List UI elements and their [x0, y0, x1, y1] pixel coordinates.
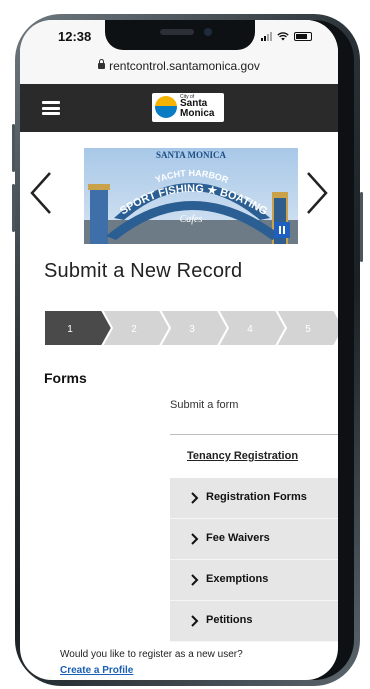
svg-text:SPORT FISHING ★ BOATING: SPORT FISHING ★ BOATING [118, 183, 270, 218]
status-icons [261, 31, 312, 41]
chevron-right-icon [191, 533, 199, 545]
menu-item-label: Registration Forms [206, 491, 307, 503]
phone-screen: 12:38 rentcontrol.santamonica.gov City o… [20, 20, 338, 680]
battery-icon [294, 31, 312, 41]
submit-form-label: Submit a form [170, 399, 239, 411]
forms-menu: Registration Forms Fee Waivers Exemptions P… [170, 478, 338, 642]
step-label: 3 [189, 324, 195, 335]
step-1[interactable]: 1 [43, 309, 114, 347]
menu-item[interactable]: Registration Forms [170, 478, 338, 519]
step-label: 5 [305, 324, 311, 335]
step-progress-svg: 1 2 3 4 5 [43, 309, 338, 347]
status-time: 12:38 [58, 29, 92, 44]
carousel-next-icon[interactable] [296, 165, 336, 221]
step-label: 4 [247, 324, 253, 335]
site-header: City of Santa Monica [20, 84, 338, 132]
step-3[interactable]: 3 [158, 309, 230, 347]
chevron-right-icon [191, 492, 199, 504]
step-5[interactable]: 5 [274, 309, 338, 347]
santa-monica-pier-sign: YACHT HARBOR SPORT FISHING ★ BOATING SAN… [84, 150, 298, 244]
url-text: rentcontrol.santamonica.gov [109, 59, 260, 73]
logo-mark [155, 96, 177, 118]
santa-monica-logo[interactable]: City of Santa Monica [152, 93, 224, 122]
sign-line-4: Cafes [180, 214, 203, 225]
svg-text:YACHT HARBOR: YACHT HARBOR [154, 168, 230, 185]
menu-item[interactable]: Petitions [170, 601, 338, 642]
page-title: Submit a New Record [44, 260, 243, 282]
menu-item[interactable]: Exemptions [170, 560, 338, 601]
chevron-right-icon [191, 615, 199, 627]
sign-line-3: SPORT FISHING ★ BOATING [118, 183, 270, 218]
chevron-right-icon [191, 574, 199, 586]
menu-item[interactable]: Fee Waivers [170, 519, 338, 560]
step-label: 1 [67, 324, 73, 335]
step-progress: 1 2 3 4 5 [43, 309, 338, 347]
register-question: Would you like to register as a new user… [60, 649, 243, 660]
volume-button [12, 184, 15, 232]
step-2[interactable]: 2 [100, 309, 172, 347]
forms-heading: Forms [44, 370, 87, 386]
wifi-icon [277, 32, 289, 41]
menu-icon[interactable] [42, 101, 60, 115]
url-bar[interactable]: rentcontrol.santamonica.gov [20, 54, 338, 85]
tenancy-registration-link[interactable]: Tenancy Registration [187, 450, 298, 462]
step-4[interactable]: 4 [216, 309, 288, 347]
create-profile-link[interactable]: Create a Profile [60, 665, 133, 676]
front-camera [204, 28, 212, 36]
hero-banner: YACHT HARBOR SPORT FISHING ★ BOATING SAN… [84, 148, 298, 244]
carousel-prev-icon[interactable] [22, 165, 62, 221]
signal-icon [261, 31, 272, 41]
menu-item-label: Petitions [206, 614, 253, 626]
logo-name: Santa Monica [180, 98, 215, 119]
sign-line-2: YACHT HARBOR [154, 168, 230, 185]
step-label: 2 [131, 324, 137, 335]
notch [105, 20, 255, 50]
sign-line-1: SANTA MONICA [156, 150, 227, 160]
menu-item-label: Fee Waivers [206, 532, 270, 544]
divider [170, 434, 338, 435]
lock-icon [98, 58, 106, 69]
volume-button [12, 124, 15, 172]
pause-icon[interactable] [274, 222, 290, 238]
menu-item-label: Exemptions [206, 573, 269, 585]
speaker [160, 29, 194, 35]
power-button [360, 192, 363, 262]
